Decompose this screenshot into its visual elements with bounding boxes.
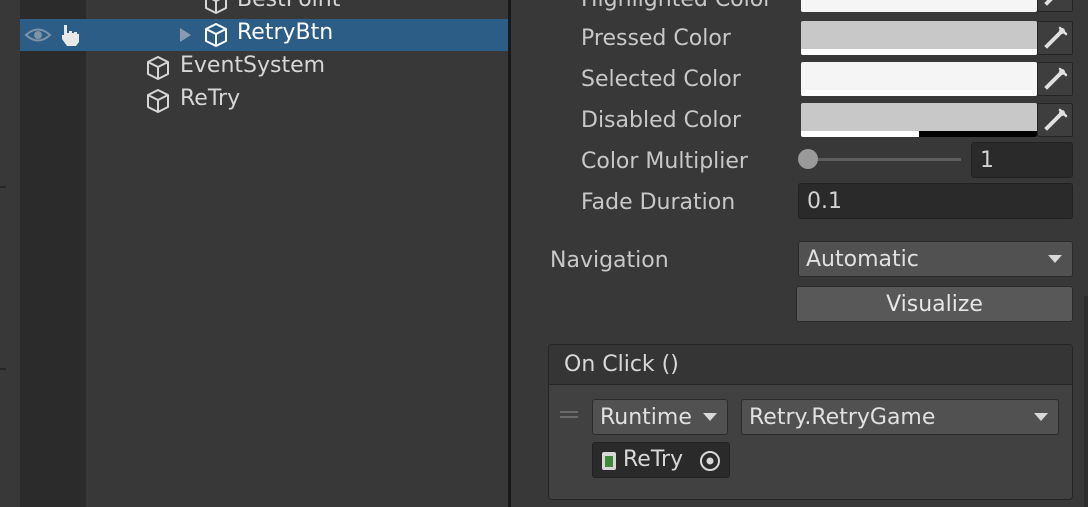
color-multiplier-label: Color Multiplier — [581, 149, 748, 174]
call-state-dropdown[interactable]: Runtime — [592, 399, 728, 435]
hierarchy-panel: BestPoint RetryBtn EventSystem ReTry — [0, 0, 508, 507]
visibility-eye-icon[interactable] — [24, 26, 52, 44]
eyedropper-button[interactable] — [1037, 0, 1073, 12]
eyedropper-icon — [1044, 0, 1053, 6]
hierarchy-item-retrybtn[interactable]: RetryBtn — [20, 19, 508, 51]
hierarchy-item-bestpoint[interactable]: BestPoint — [20, 0, 508, 18]
chevron-down-icon — [703, 413, 717, 421]
onclick-event-header: On Click () — [549, 345, 1072, 385]
alpha-bar — [801, 131, 919, 137]
fade-duration-field[interactable]: 0.1 — [798, 183, 1073, 219]
pressed-color-label: Pressed Color — [581, 26, 731, 51]
target-object-field[interactable]: ReTry — [592, 442, 730, 478]
chevron-down-icon — [1034, 413, 1048, 421]
highlighted-color-label: Highlighted Color — [581, 0, 772, 12]
hierarchy-item-label: RetryBtn — [237, 20, 334, 45]
fade-duration-value: 0.1 — [807, 188, 842, 214]
drag-handle-icon[interactable] — [560, 411, 578, 419]
script-asset-icon — [602, 452, 616, 470]
inspector-panel: Highlighted Color Pressed Color Selected… — [511, 0, 1088, 507]
highlighted-color-swatch[interactable] — [801, 0, 1037, 12]
fade-duration-label: Fade Duration — [581, 190, 736, 215]
hierarchy-item-label: ReTry — [180, 86, 241, 111]
gameobject-cube-icon — [203, 22, 229, 48]
object-picker-icon[interactable] — [699, 450, 721, 472]
onclick-title: On Click () — [564, 352, 679, 377]
visualize-button-label: Visualize — [886, 291, 983, 317]
function-value: Retry.RetryGame — [749, 404, 936, 430]
color-multiplier-value: 1 — [980, 147, 994, 173]
onclick-event-body: Runtime Retry.RetryGame ReTry — [549, 385, 1072, 499]
navigation-label: Navigation — [550, 248, 669, 273]
eyedropper-icon — [1044, 67, 1068, 90]
gameobject-cube-icon — [203, 0, 229, 15]
eyedropper-button[interactable] — [1037, 103, 1073, 137]
panel-edge — [0, 0, 20, 507]
eyedropper-icon — [1044, 26, 1068, 49]
target-object-label: ReTry — [623, 447, 684, 472]
color-multiplier-field[interactable]: 1 — [971, 142, 1073, 178]
disabled-color-label: Disabled Color — [581, 108, 742, 133]
edge-tick — [0, 368, 6, 370]
onclick-event-box: On Click () Runtime Retry.RetryGame ReTr… — [548, 344, 1073, 500]
gameobject-cube-icon — [145, 88, 171, 114]
call-state-value: Runtime — [600, 404, 692, 430]
hierarchy-item-eventsystem[interactable]: EventSystem — [20, 52, 508, 84]
gameobject-cube-icon — [145, 55, 171, 81]
color-multiplier-slider-handle[interactable] — [798, 149, 818, 169]
scrollbar[interactable] — [1084, 296, 1088, 507]
eyedropper-button[interactable] — [1037, 21, 1073, 55]
hierarchy-item-label: BestPoint — [237, 0, 340, 12]
alpha-bar — [801, 90, 1037, 96]
eyedropper-icon — [1044, 108, 1068, 131]
color-multiplier-slider-track[interactable] — [807, 158, 961, 161]
pickable-hand-icon[interactable] — [58, 23, 82, 47]
navigation-value: Automatic — [806, 246, 919, 272]
eyedropper-button[interactable] — [1037, 62, 1073, 96]
hierarchy-item-retry[interactable]: ReTry — [20, 85, 508, 117]
hierarchy-item-label: EventSystem — [180, 53, 326, 78]
function-dropdown[interactable]: Retry.RetryGame — [741, 399, 1059, 435]
pressed-color-swatch[interactable] — [801, 21, 1037, 55]
expand-arrow-icon[interactable] — [178, 27, 192, 43]
edge-tick — [0, 186, 6, 188]
chevron-down-icon — [1048, 255, 1062, 263]
alpha-bar — [801, 49, 1037, 55]
visualize-button[interactable]: Visualize — [796, 286, 1073, 322]
selected-color-label: Selected Color — [581, 67, 741, 92]
navigation-dropdown[interactable]: Automatic — [798, 241, 1073, 277]
selected-color-swatch[interactable] — [801, 62, 1037, 96]
disabled-color-swatch[interactable] — [801, 103, 1037, 137]
